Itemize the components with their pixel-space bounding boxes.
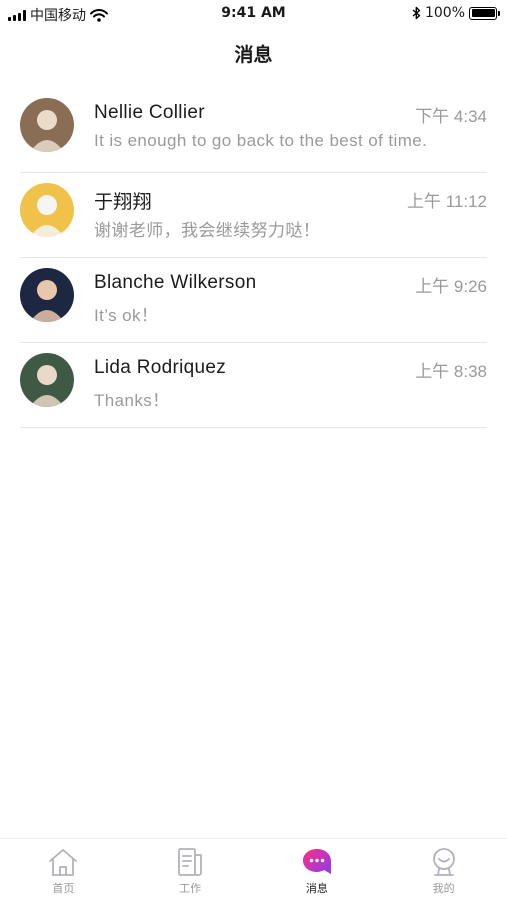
message-time: 上午 8:38 [415,362,487,381]
message-time: 上午 11:12 [406,192,487,211]
tab-home[interactable]: 首页 [0,839,127,900]
conversation-item-yu-xiangxiang[interactable]: 于翔翔 上午 11:12 谢谢老师，我会继续努力哒！ [20,173,487,258]
conversation-item-blanche-wilkerson[interactable]: Blanche Wilkerson 上午 9:26 It’s ok！ [20,258,487,343]
avatar [20,353,74,407]
tab-bar: 首页 工作 消息 我的 [0,838,507,900]
message-preview: It’s ok！ [94,306,159,325]
message-time: 上午 9:26 [415,277,487,296]
tab-label: 工作 [179,882,202,895]
contact-name: Lida Rodriquez [94,357,227,378]
tab-label: 消息 [305,882,328,895]
user-icon [432,848,455,876]
message-preview: It is enough to go back to the best of t… [94,131,428,150]
conversation-item-nellie-collier[interactable]: Nellie Collier 下午 4:34 It is enough to g… [20,88,487,173]
avatar [20,98,74,152]
message-time: 下午 4:34 [415,107,487,126]
message-preview: 谢谢老师，我会继续努力哒！ [94,221,321,240]
tab-label: 首页 [52,882,75,895]
avatar [20,183,74,237]
status-bar: 中国移动 9:41 AM 100% [0,0,507,28]
avatar [20,268,74,322]
contact-name: Nellie Collier [94,102,205,123]
page-title: 消息 [234,44,273,66]
bluetooth-icon [412,6,421,20]
message-preview: Thanks！ [94,391,170,410]
status-right: 100% [412,5,500,21]
contact-name: Blanche Wilkerson [94,272,257,293]
home-icon [49,849,78,876]
battery-percent: 100% [424,5,465,21]
battery-icon [469,6,500,20]
message-list: Nellie Collier 下午 4:34 It is enough to g… [0,88,507,428]
chat-bubble-icon [302,849,331,874]
tab-label: 我的 [432,882,455,895]
tab-work[interactable]: 工作 [127,839,254,900]
conversation-item-lida-rodriquez[interactable]: Lida Rodriquez 上午 8:38 Thanks！ [20,343,487,428]
document-icon [178,848,203,876]
tab-me[interactable]: 我的 [380,839,507,900]
contact-name: 于翔翔 [94,192,152,213]
tab-messages[interactable]: 消息 [254,839,381,900]
